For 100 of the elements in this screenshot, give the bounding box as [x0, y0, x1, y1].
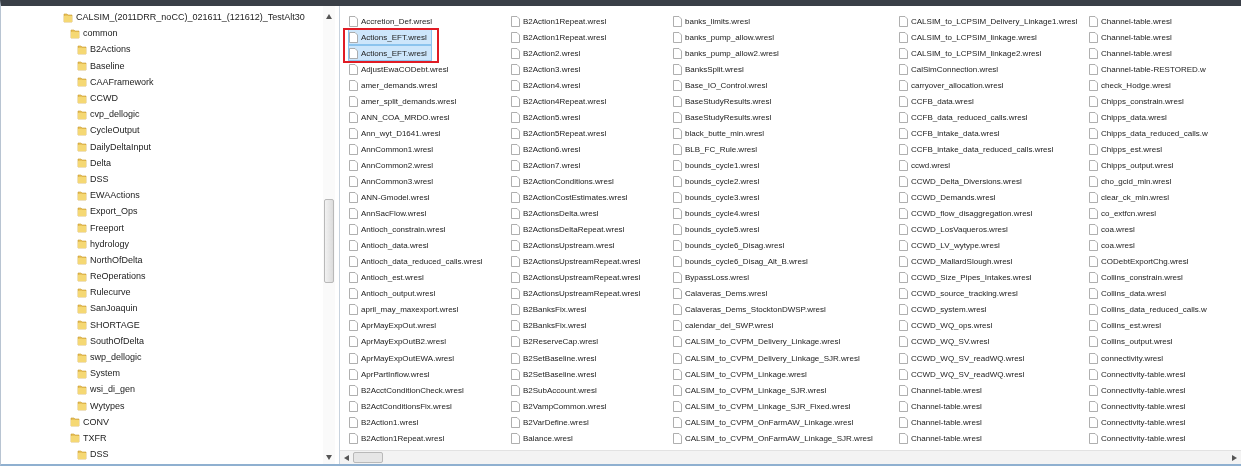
- file-item[interactable]: Balance.wresl: [510, 430, 578, 447]
- file-item[interactable]: ANN_COA_MRDO.wresl: [348, 109, 455, 126]
- file-item[interactable]: bounds_cycle5.wresl: [672, 221, 765, 238]
- file-item[interactable]: Chipps_est.wresl: [1088, 141, 1167, 158]
- file-item[interactable]: co_extfcn.wresl: [1088, 205, 1162, 222]
- file-item[interactable]: CALSIM_to_CVPM_Linkage_SJR.wresl: [672, 382, 832, 399]
- file-item[interactable]: B2Action5.wresl: [510, 109, 586, 126]
- file-item[interactable]: CCWD_LV_wytype.wresl: [898, 237, 1005, 254]
- file-item[interactable]: CCFB_intake_data_reduced_calls.wresl: [898, 141, 1059, 158]
- scrollbar-thumb[interactable]: [324, 199, 334, 283]
- file-item[interactable]: CCWD_flow_disaggregation.wresl: [898, 205, 1038, 222]
- file-item[interactable]: B2ActionsUpstreamRepeat.wresl: [510, 269, 646, 286]
- file-item[interactable]: CALSIM_to_CVPM_Linkage_SJR_Fixed.wresl: [672, 398, 856, 415]
- file-item[interactable]: Channel-table.wresl: [898, 414, 987, 431]
- file-item[interactable]: CCWD_Size_Pipes_Intakes.wresl: [898, 269, 1037, 286]
- file-item[interactable]: Channel-table.wresl: [1088, 13, 1177, 29]
- file-item[interactable]: check_Hodge.wresl: [1088, 77, 1176, 94]
- folder-name[interactable]: NorthOfDelta: [90, 254, 143, 265]
- file-item[interactable]: Calaveras_Dems_StocktonDWSP.wresl: [672, 301, 831, 318]
- folder-name[interactable]: ReOperations: [90, 271, 146, 282]
- file-item[interactable]: Actions_EFT.wresl: [348, 45, 432, 62]
- file-item[interactable]: clear_ck_min.wresl: [1088, 189, 1175, 206]
- folder-name[interactable]: CycleOutput: [90, 125, 140, 136]
- folder-name[interactable]: CCWD: [90, 93, 118, 104]
- file-item[interactable]: B2BanksFix.wresl: [510, 317, 592, 334]
- folder-name[interactable]: swp_dellogic: [90, 352, 142, 363]
- file-item[interactable]: banks_limits.wresl: [672, 13, 755, 29]
- file-item[interactable]: Channel-table.wresl: [1088, 29, 1177, 46]
- file-item[interactable]: B2SetBaseline.wresl: [510, 366, 602, 383]
- file-item[interactable]: Accretion_Def.wresl: [348, 13, 438, 29]
- file-item[interactable]: Collins_data_reduced_calls.w: [1088, 301, 1212, 318]
- file-item[interactable]: carryover_allocation.wresl: [898, 77, 1009, 94]
- file-item[interactable]: Antioch_constrain.wresl: [348, 221, 451, 238]
- file-item[interactable]: B2SubAccount.wresl: [510, 382, 602, 399]
- folder-name[interactable]: DSS: [90, 449, 109, 460]
- file-item[interactable]: CCWD_WQ_SV_readWQ.wresl: [898, 350, 1030, 366]
- file-item[interactable]: B2Action4.wresl: [510, 77, 586, 94]
- file-item[interactable]: coa.wresl: [1088, 221, 1140, 238]
- folder-name[interactable]: SHORTAGE: [90, 319, 140, 330]
- file-item[interactable]: Chipps_data_reduced_calls.w: [1088, 125, 1213, 142]
- file-item[interactable]: amer_demands.wresl: [348, 77, 443, 94]
- file-item[interactable]: BypassLoss.wresl: [672, 269, 755, 286]
- file-item[interactable]: B2Action1Repeat.wresl: [348, 430, 450, 447]
- file-item[interactable]: B2Action3.wresl: [510, 61, 586, 78]
- file-item[interactable]: ccwd.wresl: [898, 157, 956, 174]
- file-item[interactable]: BanksSplit.wresl: [672, 61, 749, 78]
- file-item[interactable]: B2ReserveCap.wresl: [510, 333, 604, 350]
- file-item[interactable]: CCWD_WQ_ops.wresl: [898, 317, 998, 334]
- file-item[interactable]: B2ActionsDeltaRepeat.wresl: [510, 221, 630, 238]
- file-item[interactable]: AprPartInflow.wresl: [348, 366, 435, 383]
- file-item[interactable]: Antioch_output.wresl: [348, 285, 441, 302]
- folder-name[interactable]: CONV: [83, 416, 109, 427]
- file-item[interactable]: CALSIM_to_LCPSIM_Delivery_Linkage1.wresl: [898, 13, 1083, 29]
- folder-name[interactable]: hydrology: [90, 238, 130, 249]
- file-item[interactable]: Antioch_data_reduced_calls.wresl: [348, 253, 488, 270]
- folder-name[interactable]: Export_Ops: [90, 206, 138, 217]
- folder-name[interactable]: Baseline: [90, 60, 125, 71]
- file-item[interactable]: ANN-Gmodel.wresl: [348, 189, 435, 206]
- file-item[interactable]: CCWD_MallardSlough.wresl: [898, 253, 1018, 270]
- file-item[interactable]: Collins_est.wresl: [1088, 317, 1167, 334]
- file-item[interactable]: CCWD_Delta_Diversions.wresl: [898, 173, 1027, 190]
- file-item[interactable]: B2ActConditionsFix.wresl: [348, 398, 457, 415]
- folder-name[interactable]: TXFR: [83, 432, 107, 443]
- file-item[interactable]: CCWD_WQ_SV_readWQ.wresl: [898, 366, 1030, 383]
- file-item[interactable]: Chipps_data.wresl: [1088, 109, 1172, 126]
- file-item[interactable]: AnnCommon2.wresl: [348, 157, 439, 174]
- file-item[interactable]: coa.wresl: [1088, 237, 1140, 254]
- file-item[interactable]: CCFB_intake_data.wresl: [898, 125, 1005, 142]
- file-item[interactable]: B2Action1Repeat.wresl: [510, 13, 612, 29]
- file-item[interactable]: CCFB_data.wresl: [898, 93, 979, 110]
- file-item[interactable]: B2ActionsUpstreamRepeat.wresl: [510, 253, 646, 270]
- file-item[interactable]: Collins_data.wresl: [1088, 285, 1171, 302]
- file-item[interactable]: bounds_cycle3.wresl: [672, 189, 765, 206]
- file-item[interactable]: CCWD_source_tracking.wresl: [898, 285, 1023, 302]
- file-item[interactable]: B2SetBaseline.wresl: [510, 350, 602, 366]
- file-item[interactable]: Channel-table-RESTORED.w: [1088, 61, 1211, 78]
- file-item[interactable]: B2BanksFix.wresl: [510, 301, 592, 318]
- file-item[interactable]: CODebtExportChg.wresl: [1088, 253, 1194, 270]
- file-item[interactable]: Connectivity-table.wresl: [1088, 414, 1191, 431]
- file-item[interactable]: AprMayExpOutEWA.wresl: [348, 350, 460, 366]
- file-item[interactable]: april_may_maxexport.wresl: [348, 301, 464, 318]
- file-item[interactable]: CALSIM_to_CVPM_Linkage.wresl: [672, 366, 812, 383]
- file-item[interactable]: CCWD_LosVaqueros.wresl: [898, 221, 1013, 238]
- file-item[interactable]: BaseStudyResults.wresl: [672, 93, 777, 110]
- file-item[interactable]: bounds_cycle1.wresl: [672, 157, 765, 174]
- scroll-left-icon[interactable]: [344, 454, 349, 461]
- folder-name[interactable]: Freeport: [90, 222, 124, 233]
- folder-name[interactable]: EWAActions: [90, 190, 140, 201]
- file-item[interactable]: Connectivity-table.wresl: [1088, 382, 1191, 399]
- file-item[interactable]: AprMayExpOut.wresl: [348, 317, 442, 334]
- file-item[interactable]: B2Action6.wresl: [510, 141, 586, 158]
- file-item[interactable]: AdjustEwaCODebt.wresl: [348, 61, 454, 78]
- file-item[interactable]: amer_split_demands.wresl: [348, 93, 462, 110]
- folder-name[interactable]: CALSIM_(2011DRR_noCC)_021611_(121612)_TestAlt30: [76, 12, 305, 23]
- file-item[interactable]: B2ActionConditions.wresl: [510, 173, 619, 190]
- file-item[interactable]: B2Action1.wresl: [348, 414, 424, 431]
- file-item[interactable]: banks_pump_allow.wresl: [672, 29, 779, 46]
- file-item[interactable]: B2AcctConditionCheck.wresl: [348, 382, 469, 399]
- file-item[interactable]: CALSIM_to_LCPSIM_linkage2.wresl: [898, 45, 1047, 62]
- file-item[interactable]: bounds_cycle2.wresl: [672, 173, 765, 190]
